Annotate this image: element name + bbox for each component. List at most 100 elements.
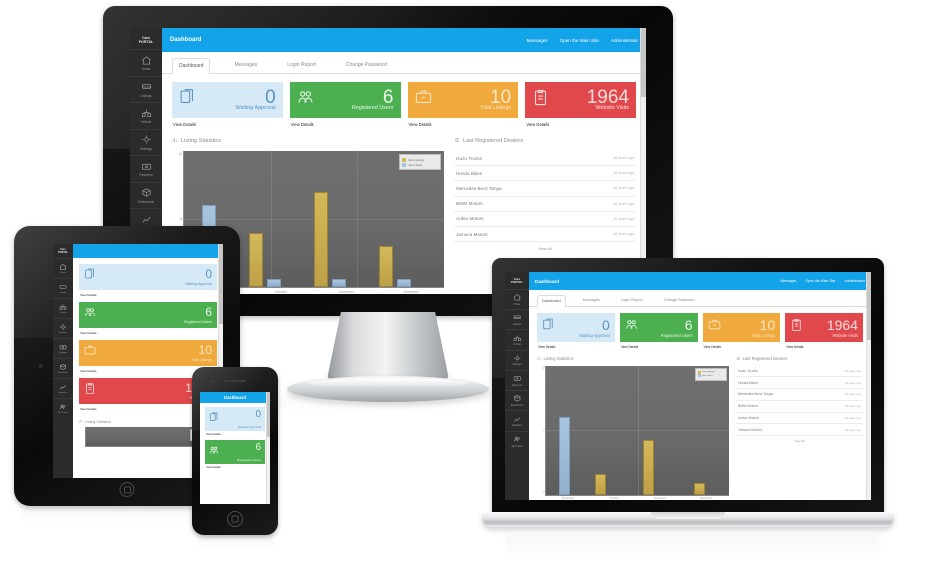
account-menu[interactable]: Administrator xyxy=(844,279,865,283)
stat-card-website-visits[interactable]: 1964 Website Visits View Details xyxy=(785,313,863,349)
view-details-link[interactable]: View Details xyxy=(172,118,283,127)
card-value: 10 xyxy=(198,343,212,357)
dealers-title: Last Registered Dealers xyxy=(463,138,524,144)
home-button[interactable] xyxy=(119,482,135,497)
view-details-link[interactable]: View Details xyxy=(79,290,217,302)
table-row[interactable]: Isuzu Trucks 48 years ago xyxy=(736,366,863,378)
sidebar-item-vehicle[interactable]: Vehicle xyxy=(53,297,73,318)
view-details-link[interactable]: View Details xyxy=(703,342,781,349)
view-all-link[interactable]: View All xyxy=(736,436,863,446)
card-body: 6 Registered Users xyxy=(289,82,401,118)
chart-legend: New Listings New Users xyxy=(399,154,441,170)
messages-link[interactable]: Messages xyxy=(527,38,548,43)
brand-line-2: PORTAL xyxy=(138,40,154,45)
table-row[interactable]: Isuzu Trucks 48 years ago xyxy=(454,151,636,167)
sidebar-item-vehicle[interactable]: Vehicle xyxy=(130,102,162,129)
scrollbar[interactable] xyxy=(866,272,871,500)
sidebar-item-payment[interactable]: Payment xyxy=(53,337,73,358)
table-row[interactable]: Honda Bikes 48 years ago xyxy=(454,166,636,182)
sidebar-item-settings[interactable]: Settings xyxy=(505,349,529,370)
tab-change-password[interactable]: Change Password xyxy=(660,295,699,306)
sidebar-item-home[interactable]: Home xyxy=(505,288,529,309)
account-menu[interactable]: Administrator xyxy=(611,38,638,43)
chart-title: Listing Statistics xyxy=(85,419,111,424)
table-row[interactable]: Jamuna Motors 48 years ago xyxy=(454,227,636,243)
phone-screen: Dashboard 0 Waiting Approval View Detail… xyxy=(200,392,270,504)
sidebar-item-site-users[interactable]: Site Users xyxy=(505,430,529,451)
sidebar-item-listings[interactable]: Listings xyxy=(53,277,73,298)
table-row[interactable]: Anbar Motors 48 years ago xyxy=(736,413,863,425)
bar-new-users-october xyxy=(267,278,282,287)
scrollbar[interactable] xyxy=(640,28,646,294)
sidebar-item-vehicle[interactable]: Vehicle xyxy=(505,329,529,349)
view-details-link[interactable]: View Details xyxy=(620,342,698,349)
sidebar-item-extensions[interactable]: Extensions xyxy=(130,181,162,209)
view-details-link[interactable]: View Details xyxy=(408,118,519,127)
sidebar-item-settings[interactable]: Settings xyxy=(130,128,162,156)
sidebar-item-home[interactable]: Home xyxy=(53,257,73,278)
table-row[interactable]: Jamuna Motors 48 years ago xyxy=(736,424,863,437)
sidebar-item-statistics[interactable]: Statistics xyxy=(505,410,529,430)
view-details-link[interactable]: View Details xyxy=(525,118,636,127)
sidebar-item-payment[interactable]: Payment xyxy=(130,155,162,182)
stat-card-registered-users[interactable]: 6 Registered Users View Details xyxy=(289,82,401,127)
tab-login-report[interactable]: Login Report xyxy=(281,58,322,73)
tab-messages[interactable]: Messages xyxy=(228,58,263,73)
tab-login-report[interactable]: Login Report xyxy=(617,295,647,306)
card-body: 10 Total Listings xyxy=(702,313,781,342)
sidebar-item-extensions[interactable]: Extensions xyxy=(53,357,73,378)
card-body: 1964 Website Visits xyxy=(785,313,863,342)
table-row[interactable]: BMW Motors 48 years ago xyxy=(736,401,863,413)
stat-card-waiting-approval[interactable]: 0 Waiting Approval View Details xyxy=(205,407,265,440)
sidebar-item-settings[interactable]: Settings xyxy=(53,317,73,338)
vehicle-icon xyxy=(141,108,152,119)
x-tick: November xyxy=(654,497,666,500)
view-details-link[interactable]: View Details xyxy=(205,464,265,473)
table-row[interactable]: Anbar Motors 48 years ago xyxy=(454,212,636,227)
table-row[interactable]: BMW Motors 48 years ago xyxy=(454,197,636,212)
stat-card-waiting-approval[interactable]: 0 Waiting Approval View Details xyxy=(79,264,217,302)
sidebar-item-site-users[interactable]: Site Users xyxy=(53,397,73,418)
tab-dashboard[interactable]: Dashboard xyxy=(172,58,211,74)
tab-dashboard[interactable]: Dashboard xyxy=(537,295,566,307)
table-row[interactable]: Mercedes Benz Tanga 48 years ago xyxy=(454,181,636,197)
brand-logo[interactable]: Cars PORTAL xyxy=(139,33,154,49)
view-details-link[interactable]: View Details xyxy=(290,118,401,127)
view-details-link[interactable]: View Details xyxy=(785,342,863,349)
speaker-grille-icon xyxy=(224,380,246,382)
scrollbar[interactable] xyxy=(266,392,270,504)
stat-card-registered-users[interactable]: 6 Registered Users View Details xyxy=(619,313,698,349)
sidebar-item-listings[interactable]: Listings xyxy=(505,308,529,329)
messages-link[interactable]: Messages xyxy=(780,279,796,283)
open-site-link[interactable]: Open the Main Site xyxy=(805,279,835,283)
view-details-link[interactable]: View Details xyxy=(79,328,217,340)
sidebar-item-home[interactable]: Home xyxy=(130,49,162,76)
sidebar-item-payment[interactable]: Payment xyxy=(505,369,529,390)
stat-card-registered-users[interactable]: 6 Registered Users View Details xyxy=(205,440,265,473)
content-body: Dashboard Messages Login Report Change P… xyxy=(529,290,871,500)
tab-change-password[interactable]: Change Password xyxy=(340,58,393,73)
stat-card-total-listings[interactable]: 10 Total Listings View Details xyxy=(407,82,519,127)
table-row[interactable]: Honda Bikes 48 years ago xyxy=(736,377,863,390)
brand-logo[interactable]: Cars PORTAL xyxy=(511,276,523,289)
table-row[interactable]: Mercedes Benz Tanga 48 years ago xyxy=(736,389,863,401)
stat-card-registered-users[interactable]: 6 Registered Users View Details xyxy=(79,302,217,340)
sidebar-item-listings[interactable]: Listings xyxy=(130,75,162,103)
stat-card-total-listings[interactable]: 10 Total Listings View Details xyxy=(702,313,781,349)
bar-chart-icon xyxy=(172,137,178,145)
sidebar-item-extensions[interactable]: Extensions xyxy=(505,390,529,410)
view-details-link[interactable]: View Details xyxy=(537,342,615,349)
sidebar-item-statistics[interactable]: Statistics xyxy=(53,377,73,398)
stat-card-waiting-approval[interactable]: 0 Waiting Approval View Details xyxy=(537,313,615,349)
home-button[interactable] xyxy=(227,511,243,527)
extensions-icon xyxy=(513,394,522,403)
stat-card-waiting-approval[interactable]: 0 Waiting Approval View Details xyxy=(172,82,283,127)
view-details-link[interactable]: View Details xyxy=(205,431,265,440)
stat-card-website-visits[interactable]: 1964 Website Visits View Details xyxy=(525,82,636,127)
brand-logo[interactable]: Cars PORTAL xyxy=(58,247,68,258)
view-all-link[interactable]: View All xyxy=(454,242,636,255)
sidebar-label-home: Home xyxy=(513,302,521,306)
sidebar: Cars PORTAL Home Listings Vehicle Settin… xyxy=(505,272,529,500)
tab-messages[interactable]: Messages xyxy=(579,295,604,306)
open-site-link[interactable]: Open the Main Site xyxy=(560,38,599,43)
